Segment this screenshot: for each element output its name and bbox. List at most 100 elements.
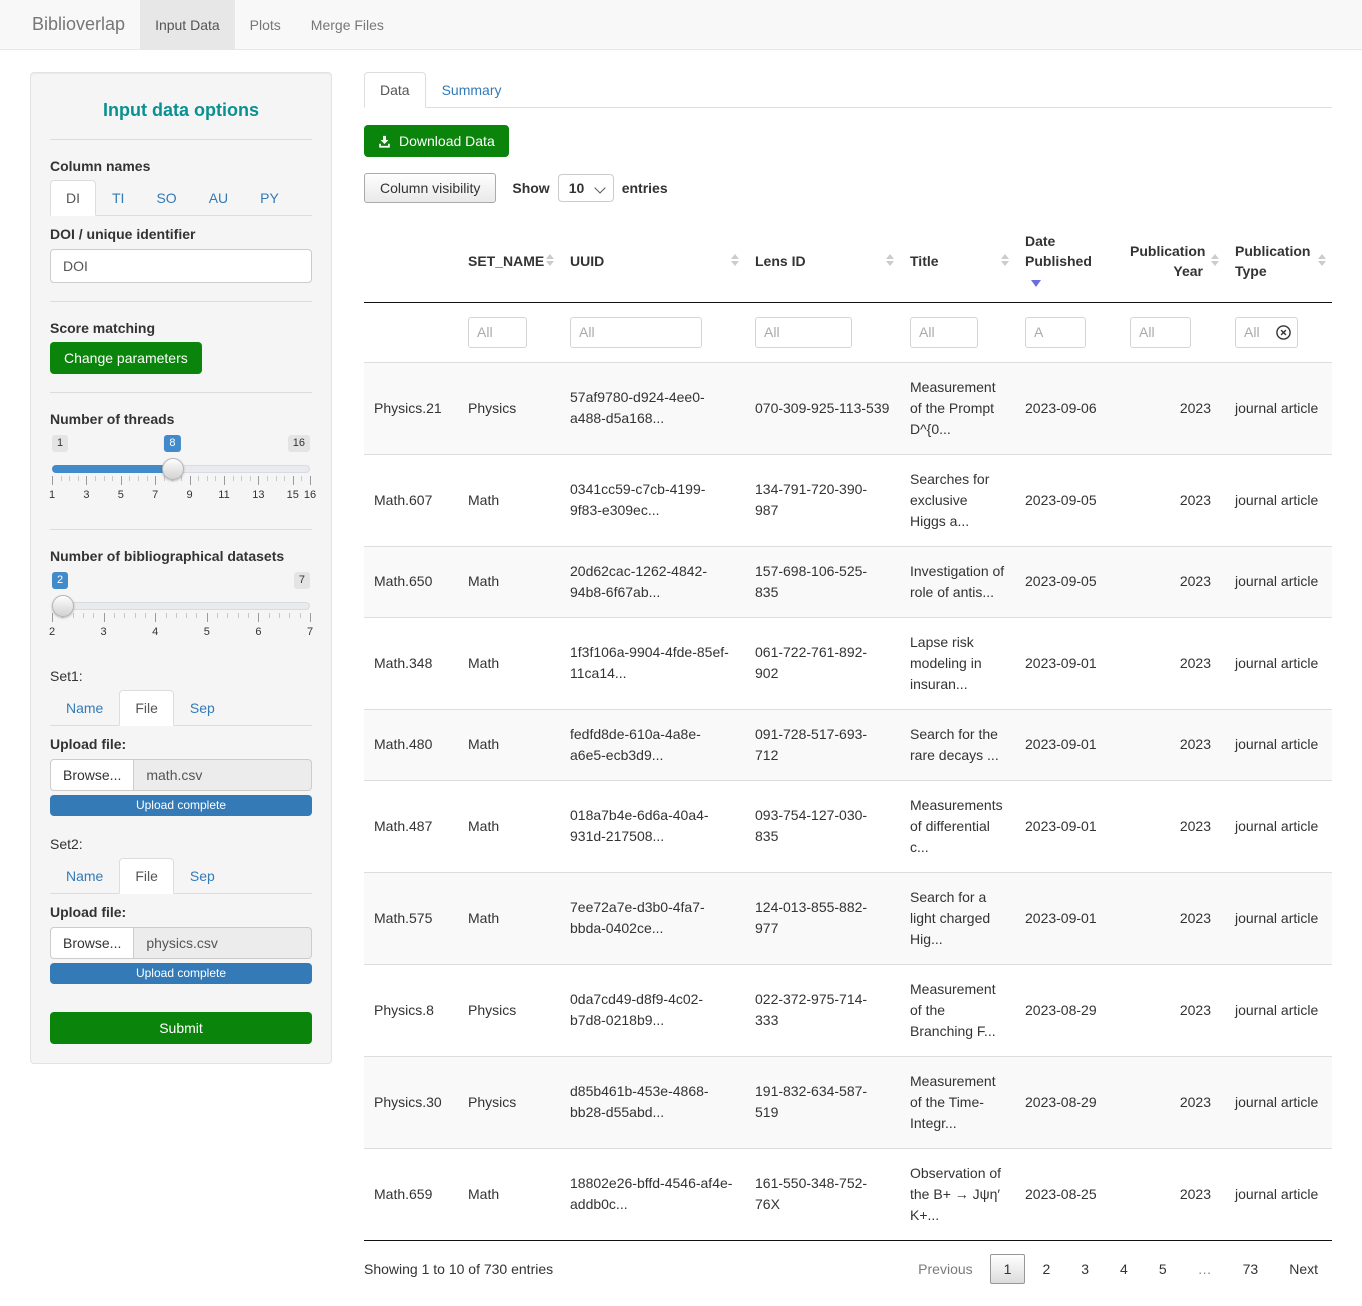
page-length-select-wrap: 10 [558,174,614,202]
table-cell: Math [458,454,560,546]
set1-filename[interactable]: math.csv [134,759,312,791]
set1-tab-sep[interactable]: Sep [174,690,231,726]
pagination-page-73[interactable]: 73 [1229,1254,1273,1284]
slider-handle[interactable] [52,595,74,617]
slider-tick [121,476,122,485]
column-tab-py[interactable]: PY [244,180,295,216]
filter-cell [1225,302,1332,362]
slider-tick [124,613,125,618]
data-summary-tabs: DataSummary [364,72,1332,108]
pagination-page-2[interactable]: 2 [1028,1254,1064,1284]
pagination-next[interactable]: Next [1275,1254,1332,1284]
pagination-page-5[interactable]: 5 [1145,1254,1181,1284]
slider-tick [258,613,259,622]
column-filter-input-publication-year[interactable] [1130,317,1191,348]
table-cell: journal article [1225,1148,1332,1240]
set1-browse-button[interactable]: Browse... [50,759,134,791]
datasets-slider[interactable]: 272234567 [52,596,310,648]
set1-tab-file[interactable]: File [119,690,174,726]
slider-tick-label: 7 [152,489,158,501]
clear-filter-icon[interactable] [1275,324,1292,341]
slider-tick [248,613,249,618]
table-cell: Measurements of differential c... [900,780,1015,872]
change-parameters-button[interactable]: Change parameters [50,342,202,374]
column-tab-di[interactable]: DI [50,180,96,216]
table-cell: Physics [458,964,560,1056]
set2-browse-button[interactable]: Browse... [50,927,134,959]
table-cell: 2023-09-01 [1015,617,1120,709]
table-cell: Measurement of the Branching F... [900,964,1015,1056]
navbar-tab-merge-files[interactable]: Merge Files [296,0,399,49]
table-cell: 2023 [1120,709,1225,780]
column-header-title[interactable]: Title [900,221,1015,302]
column-header-publication-type[interactable]: Publication Type [1225,221,1332,302]
column-filter-input-set-name[interactable] [468,317,527,348]
column-header-uuid[interactable]: UUID [560,221,745,302]
table-row[interactable]: Physics.8Physics0da7cd49-d8f9-4c02-b7d8-… [364,964,1332,1056]
main-tab-summary[interactable]: Summary [426,72,518,108]
table-row[interactable]: Math.607Math0341cc59-c7cb-4199-9f83-e309… [364,454,1332,546]
pagination-page-1[interactable]: 1 [990,1254,1026,1284]
table-row[interactable]: Math.575Math7ee72a7e-d3b0-4fa7-bbda-0402… [364,872,1332,964]
pagination-page-3[interactable]: 3 [1067,1254,1103,1284]
table-row[interactable]: Math.480Mathfedfd8de-610a-4a8e-a6e5-ecb3… [364,709,1332,780]
table-cell: 2023-09-01 [1015,872,1120,964]
slider-tick [300,613,301,618]
column-filter-input-uuid[interactable] [570,317,702,348]
table-row[interactable]: Math.650Math20d62cac-1262-4842-94b8-6f67… [364,546,1332,617]
filter-cell [364,302,458,362]
table-cell: Physics [458,1056,560,1148]
slider-tick [289,613,290,618]
column-header-set-name[interactable]: SET_NAME [458,221,560,302]
slider-tick-label: 1 [49,489,55,501]
column-tab-ti[interactable]: TI [96,180,140,216]
set1-tab-name[interactable]: Name [50,690,119,726]
navbar-tab-plots[interactable]: Plots [235,0,296,49]
column-visibility-button[interactable]: Column visibility [364,173,496,203]
table-cell: 2023-09-06 [1015,362,1120,454]
table-row[interactable]: Math.659Math18802e26-bffd-4546-af4e-addb… [364,1148,1332,1240]
column-header-lens-id[interactable]: Lens ID [745,221,900,302]
slider-track[interactable] [52,602,310,610]
slider-max-label: 16 [288,435,310,452]
table-row[interactable]: Math.487Math018a7b4e-6d6a-40a4-931d-2175… [364,780,1332,872]
slider-handle[interactable] [162,458,184,480]
table-cell: 091-728-517-693-712 [745,709,900,780]
doi-field-label: DOI / unique identifier [50,226,312,242]
doi-input[interactable] [50,249,312,283]
set2-tab-sep[interactable]: Sep [174,858,231,894]
column-header-publication-year[interactable]: Publication Year [1120,221,1225,302]
set2-filename[interactable]: physics.csv [134,927,312,959]
slider-tick [217,613,218,618]
table-cell: 161-550-348-752-76X [745,1148,900,1240]
main-tab-data[interactable]: Data [364,72,426,108]
threads-slider[interactable]: 11681357911131516 [52,459,310,511]
download-data-button[interactable]: Download Data [364,125,509,157]
column-header-date-published[interactable]: Date Published [1015,221,1120,302]
page-length-select[interactable]: 10 [558,174,614,202]
table-cell: 7ee72a7e-d3b0-4fa7-bbda-0402ce... [560,872,745,964]
table-cell: journal article [1225,1056,1332,1148]
navbar-tab-input-data[interactable]: Input Data [140,0,235,49]
column-filter-input-date-published[interactable] [1025,317,1086,348]
set2-tab-name[interactable]: Name [50,858,119,894]
column-filter-input-lens-id[interactable] [755,317,852,348]
data-table: SET_NAMEUUIDLens IDTitleDate PublishedPu… [364,221,1332,1241]
column-tab-au[interactable]: AU [193,180,244,216]
column-filter-input-title[interactable] [910,317,978,348]
pagination-page-4[interactable]: 4 [1106,1254,1142,1284]
slider-tick [61,476,62,481]
slider-tick [207,613,208,622]
set2-upload-label: Upload file: [50,904,312,920]
slider-tick [78,476,79,481]
column-tab-so[interactable]: SO [140,180,192,216]
set2-tab-file[interactable]: File [119,858,174,894]
submit-button[interactable]: Submit [50,1012,312,1044]
pagination-previous[interactable]: Previous [904,1254,986,1284]
download-icon [378,135,391,148]
table-row[interactable]: Physics.30Physicsd85b461b-453e-4868-bb28… [364,1056,1332,1148]
table-cell: d85b461b-453e-4868-bb28-d55abd... [560,1056,745,1148]
table-row[interactable]: Math.348Math1f3f106a-9904-4fde-85ef-11ca… [364,617,1332,709]
slider-tick [279,613,280,618]
table-row[interactable]: Physics.21Physics57af9780-d924-4ee0-a488… [364,362,1332,454]
